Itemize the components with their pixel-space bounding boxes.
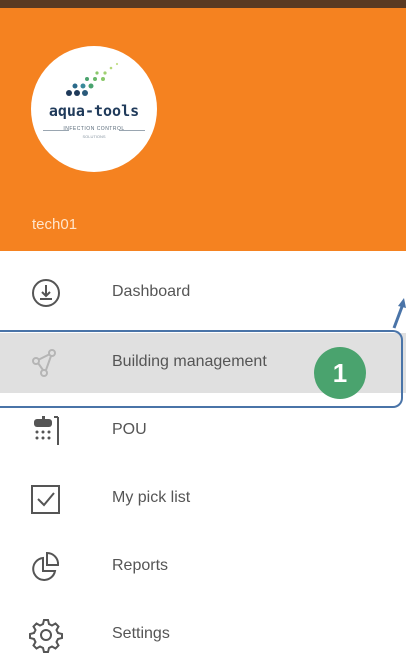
menu-item-label: Settings [112,625,170,642]
menu-item-settings[interactable]: Settings [0,605,406,665]
brand-name: aqua-tools [48,102,140,120]
reports-icon [32,551,60,581]
dashboard-icon [32,279,60,307]
sidebar-header: aqua-tools INFECTION CONTROL SOLUTIONS t… [0,8,406,251]
username: tech01 [32,216,78,233]
menu-item-dashboard[interactable]: Dashboard [0,263,406,323]
logo-dots-icon [66,62,119,96]
brand-tagline: INFECTION CONTROL [63,126,125,132]
menu-item-reports[interactable]: Reports [0,537,406,597]
menu-item-pick-list[interactable]: My pick list [0,469,406,529]
menu-item-label: My pick list [112,489,191,506]
menu-item-label: Dashboard [112,283,191,300]
settings-icon [29,619,63,653]
brand-tagline-secondary: SOLUTIONS [82,134,106,139]
menu-item-label: Reports [112,557,169,574]
pick-list-icon [31,485,60,514]
pointer-arrow-icon [392,298,406,329]
pou-icon [34,416,59,445]
brand-logo: aqua-tools INFECTION CONTROL SOLUTIONS [31,46,157,172]
menu-item-pou[interactable]: POU [0,401,406,461]
menu-item-label: POU [112,421,147,438]
step-callout-badge: 1 [314,347,366,399]
top-bar [0,0,406,8]
